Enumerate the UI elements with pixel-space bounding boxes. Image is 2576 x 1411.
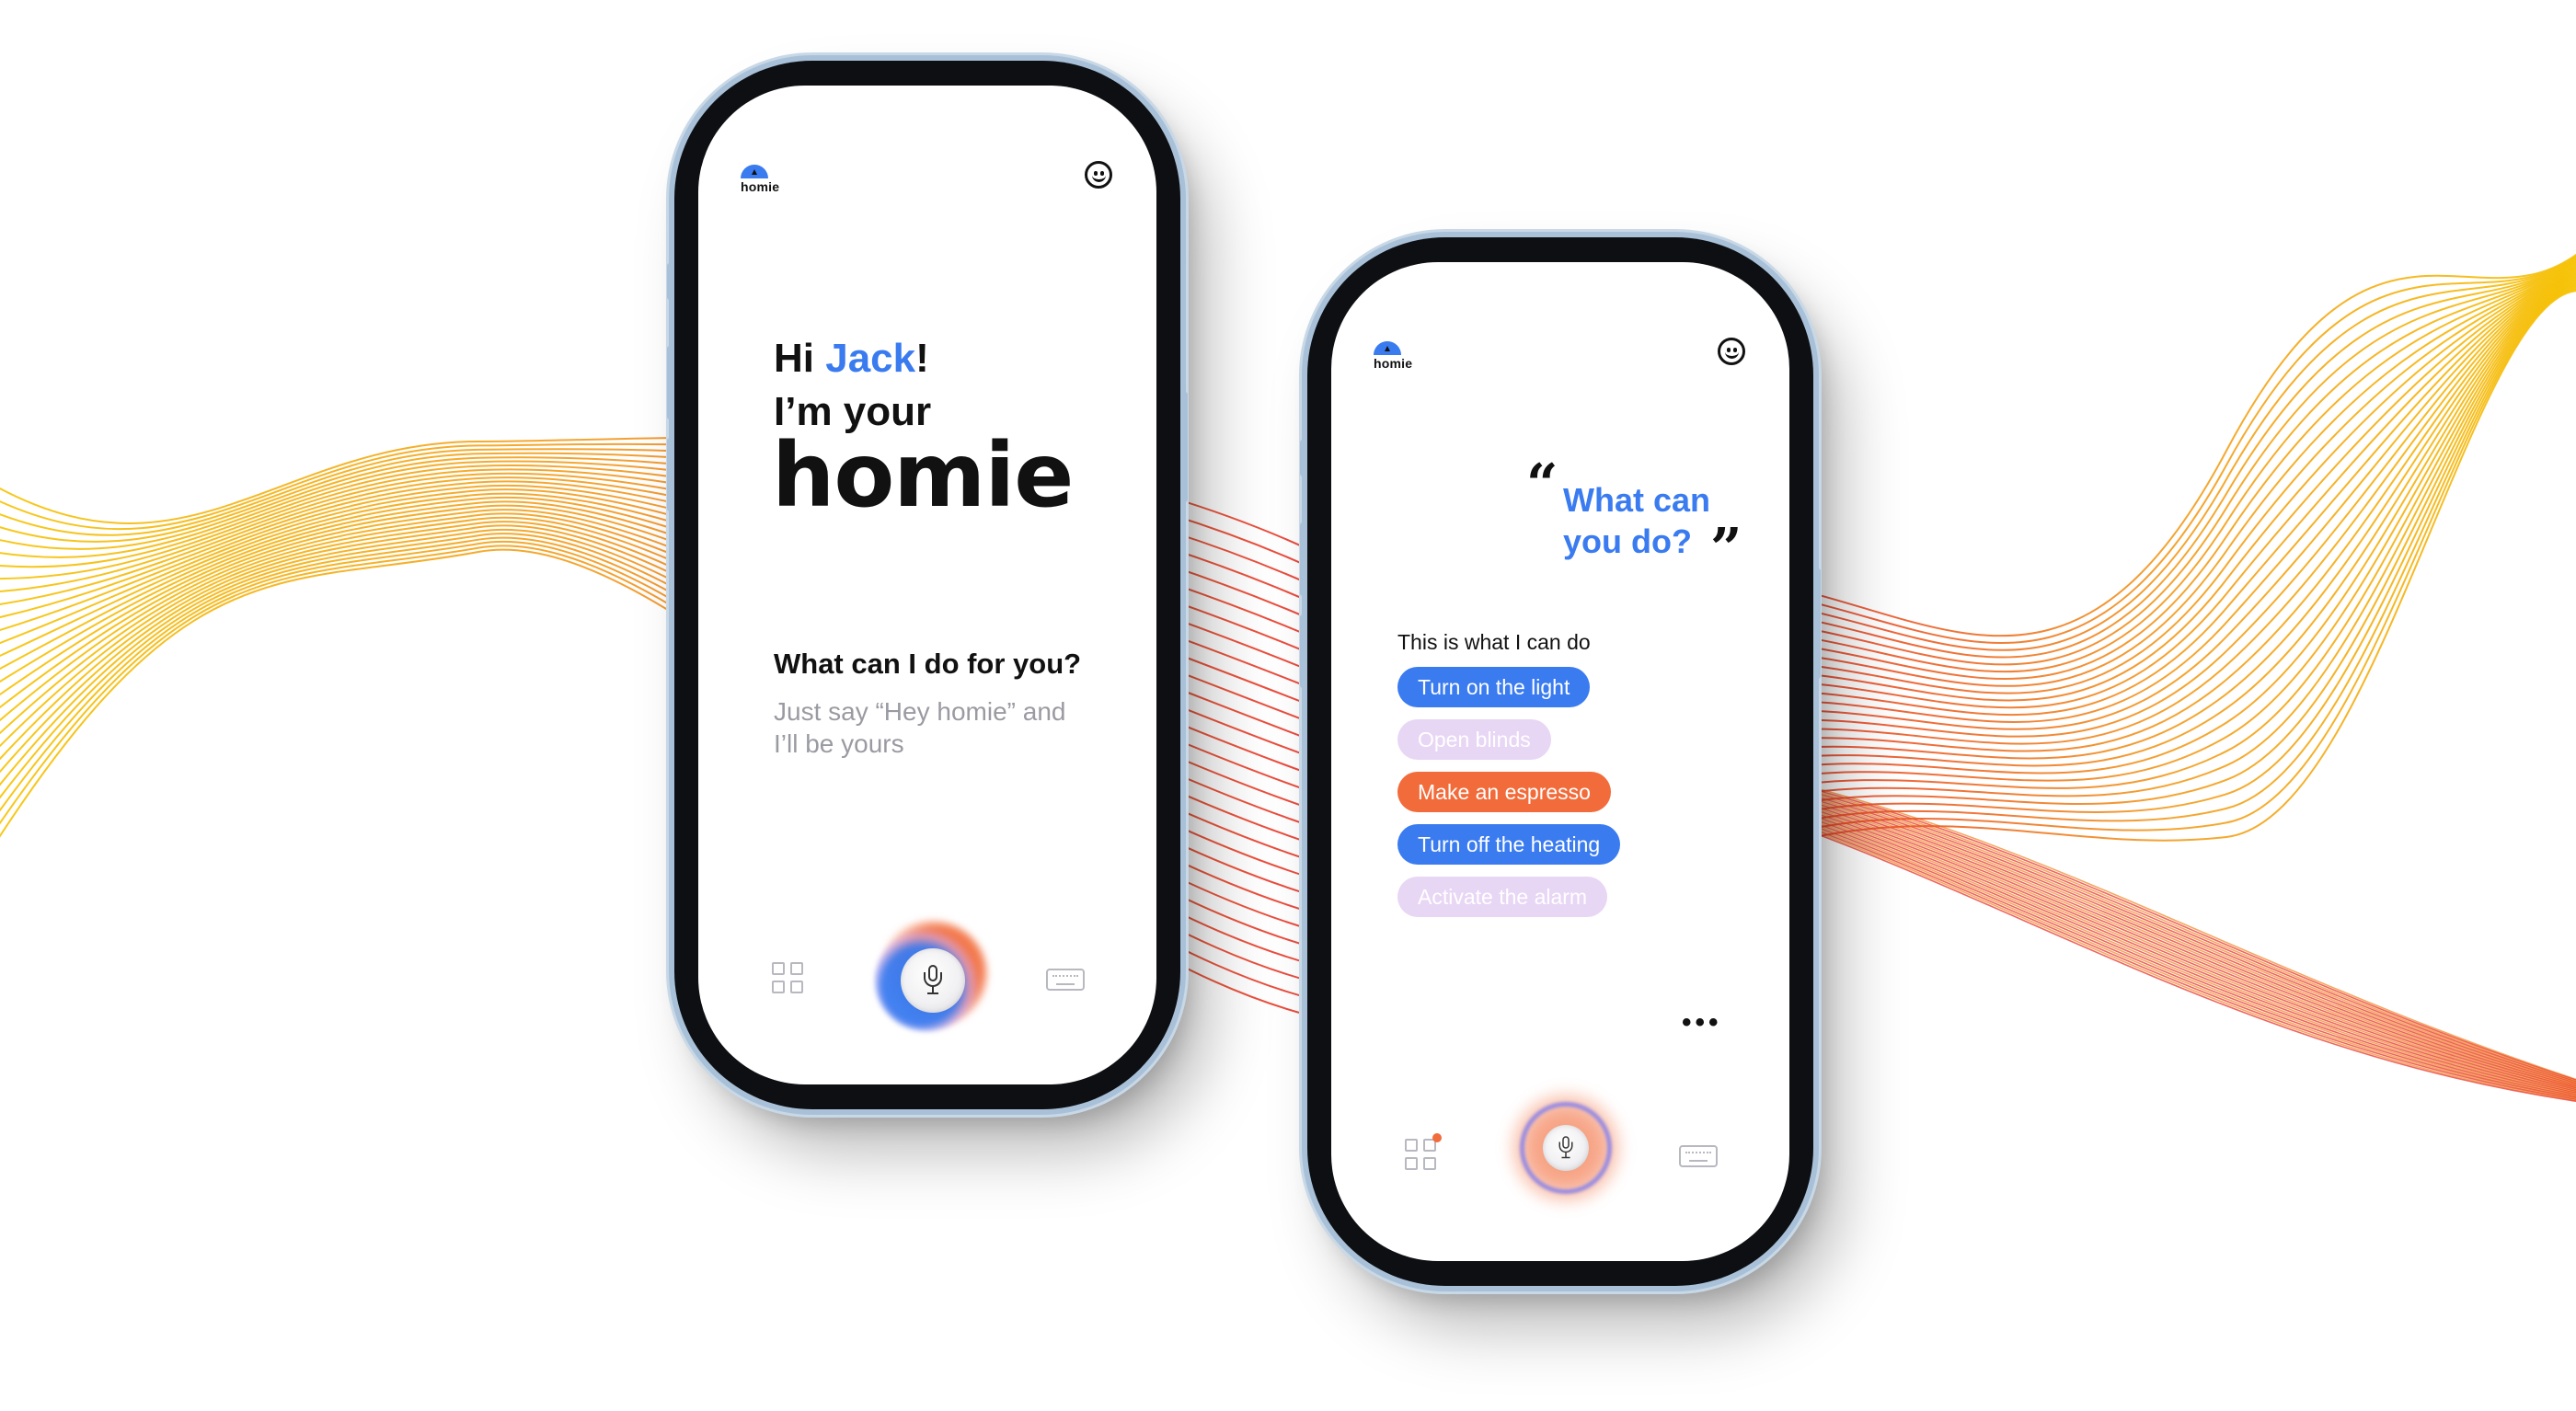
phone-capabilities: homie “ What can you do? ” This is what … bbox=[1300, 237, 1821, 1286]
wave-line bbox=[1747, 267, 2576, 709]
mic-icon bbox=[924, 965, 942, 996]
background-waves bbox=[0, 253, 2576, 1102]
smiley-icon[interactable] bbox=[1085, 161, 1112, 189]
chip-activate-alarm[interactable]: Activate the alarm bbox=[1397, 877, 1608, 917]
homie-logo[interactable]: homie bbox=[1374, 341, 1412, 371]
wave-line bbox=[1747, 263, 2576, 687]
capabilities-label: This is what I can do bbox=[1397, 630, 1591, 654]
wave-line bbox=[1747, 283, 2576, 806]
capability-chips: Turn on the light Open blinds Make an es… bbox=[1397, 667, 1621, 929]
chip-open-blinds[interactable]: Open blinds bbox=[1397, 719, 1551, 760]
wave-line bbox=[1747, 260, 2576, 673]
user-name: Jack bbox=[825, 336, 916, 381]
chip-turn-off-heating[interactable]: Turn off the heating bbox=[1397, 824, 1621, 865]
chip-turn-on-light[interactable]: Turn on the light bbox=[1397, 667, 1591, 707]
prompt-subtitle: Just say “Hey homie” and I’ll be yours bbox=[774, 697, 1066, 758]
greeting-bang: ! bbox=[915, 336, 929, 381]
phone-side-button bbox=[1300, 614, 1307, 688]
homie-logo-text: homie bbox=[1374, 356, 1413, 371]
wave-line bbox=[1747, 256, 2576, 651]
mic-core bbox=[901, 948, 965, 1013]
phone-side-button bbox=[1300, 440, 1307, 476]
headline: homie bbox=[772, 424, 1074, 527]
mic-button[interactable] bbox=[1501, 1084, 1630, 1212]
homie-logo-icon bbox=[1374, 341, 1401, 355]
quote-close: ” bbox=[1710, 517, 1742, 581]
quote-open: “ bbox=[1526, 453, 1558, 517]
phone-side-button bbox=[667, 263, 674, 300]
phone-side-button bbox=[1180, 392, 1188, 502]
capabilities-screen: homie “ What can you do? ” This is what … bbox=[1331, 262, 1789, 1261]
typing-indicator: ••• bbox=[1682, 1007, 1722, 1038]
phone-side-button bbox=[1300, 522, 1307, 596]
phone-welcome: homie Hi Jack! I’m your homie What can I… bbox=[667, 61, 1188, 1109]
welcome-screen: homie Hi Jack! I’m your homie What can I… bbox=[698, 86, 1156, 1084]
phone-side-button bbox=[1813, 568, 1821, 679]
mic-icon bbox=[1558, 1136, 1573, 1160]
wave-lines bbox=[0, 253, 2576, 1102]
homie-logo[interactable]: homie bbox=[741, 165, 779, 194]
homie-logo-icon bbox=[741, 165, 768, 178]
mic-button[interactable] bbox=[873, 913, 993, 1033]
mic-core bbox=[1543, 1125, 1589, 1171]
grid-icon[interactable] bbox=[1405, 1133, 1442, 1172]
scene: homie Hi Jack! I’m your homie What can I… bbox=[0, 0, 2576, 1411]
phone-side-button bbox=[667, 438, 674, 511]
homie-logo-text: homie bbox=[741, 179, 780, 194]
grid-icon[interactable] bbox=[772, 962, 805, 995]
prompt-title: What can I do for you? bbox=[774, 648, 1082, 680]
keyboard-icon[interactable] bbox=[1046, 969, 1085, 991]
keyboard-icon[interactable] bbox=[1679, 1145, 1718, 1167]
phone-side-button bbox=[667, 346, 674, 419]
wave-line bbox=[1747, 270, 2576, 723]
smiley-icon[interactable] bbox=[1718, 338, 1745, 365]
wave-line bbox=[1747, 289, 2576, 846]
wave-line bbox=[1747, 276, 2576, 760]
notification-dot bbox=[1432, 1133, 1442, 1142]
wave-line bbox=[1747, 273, 2576, 745]
greeting: Hi Jack! I’m your bbox=[774, 332, 931, 439]
chip-make-espresso[interactable]: Make an espresso bbox=[1397, 772, 1611, 812]
greeting-hi: Hi bbox=[774, 336, 826, 381]
